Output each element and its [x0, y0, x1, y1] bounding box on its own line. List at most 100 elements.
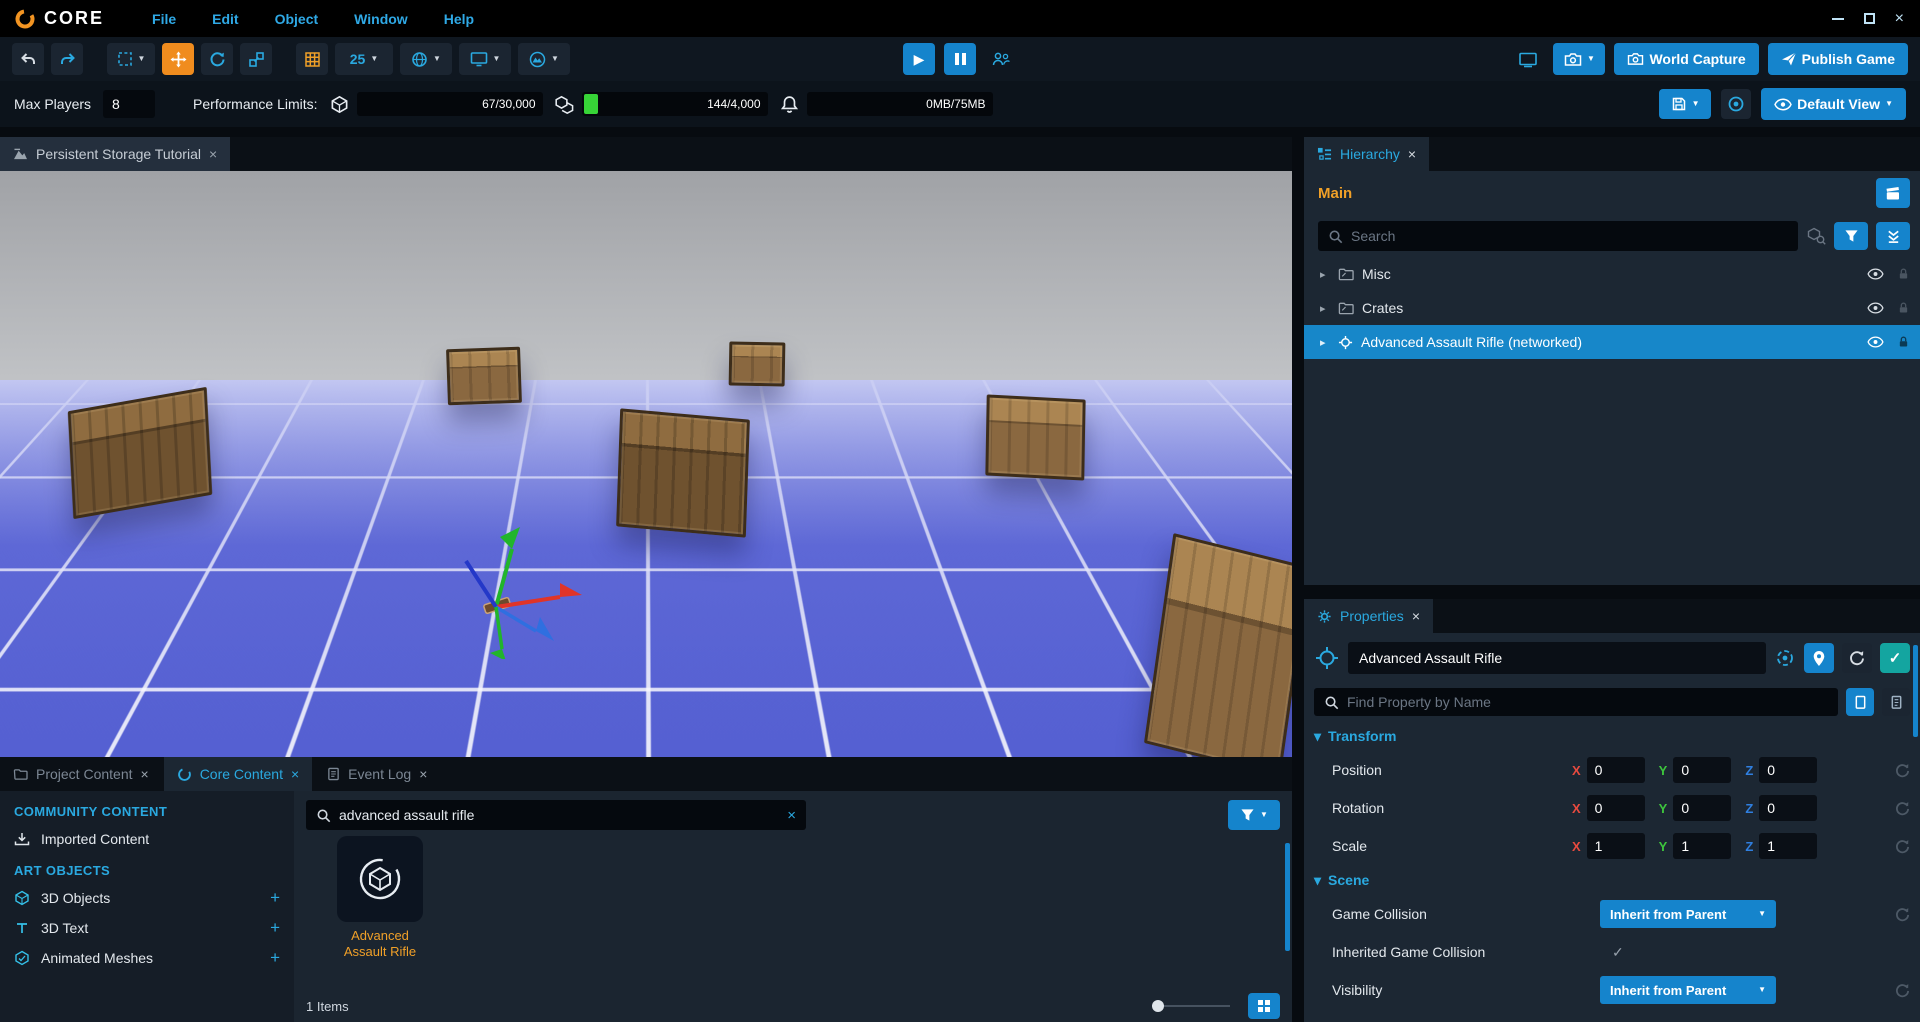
search-assets-icon[interactable]	[1806, 227, 1826, 245]
add-icon[interactable]: +	[270, 918, 280, 938]
collapse-all-button[interactable]	[1876, 222, 1910, 250]
content-scrollbar[interactable]	[1285, 843, 1290, 951]
window-minimize-button[interactable]	[1832, 18, 1844, 20]
tab-core-content[interactable]: Core Content ×	[164, 757, 312, 791]
close-icon[interactable]: ×	[141, 766, 149, 782]
tab-viewport[interactable]: Persistent Storage Tutorial ×	[0, 137, 230, 171]
crate[interactable]	[446, 347, 522, 406]
position-y-input[interactable]	[1673, 757, 1731, 783]
reset-object-button[interactable]	[1842, 643, 1872, 673]
menu-help[interactable]: Help	[430, 0, 488, 37]
scene-section-header[interactable]: ▾ Scene	[1304, 865, 1920, 895]
max-players-input[interactable]	[103, 90, 155, 118]
apply-button[interactable]: ✓	[1880, 643, 1910, 673]
content-filter-dropdown[interactable]: ▼	[1228, 800, 1280, 830]
expand-icon[interactable]: ▸	[1320, 336, 1330, 349]
rotate-tool-button[interactable]	[201, 43, 233, 75]
menu-file[interactable]: File	[138, 0, 190, 37]
transform-gizmo[interactable]	[432, 509, 592, 659]
menu-object[interactable]: Object	[261, 0, 333, 37]
undo-button[interactable]	[12, 43, 44, 75]
scale-x-input[interactable]	[1587, 833, 1645, 859]
move-tool-button[interactable]	[162, 43, 194, 75]
add-icon[interactable]: +	[270, 948, 280, 968]
scale-y-input[interactable]	[1673, 833, 1731, 859]
default-view-dropdown[interactable]: Default View ▼	[1761, 88, 1906, 120]
sidebar-item-animated-meshes[interactable]: Animated Meshes +	[0, 943, 294, 973]
hierarchy-filter-button[interactable]	[1834, 222, 1868, 250]
capture-camera-dropdown[interactable]: ▼	[1553, 43, 1605, 75]
world-settings-dropdown[interactable]: ▼	[400, 43, 452, 75]
property-search-input[interactable]	[1347, 694, 1828, 710]
reset-visibility-icon[interactable]	[1895, 983, 1910, 998]
visibility-dropdown[interactable]: Inherit from Parent ▼	[1600, 976, 1776, 1004]
game-collision-dropdown[interactable]: Inherit from Parent ▼	[1600, 900, 1776, 928]
rotation-x-input[interactable]	[1587, 795, 1645, 821]
menu-edit[interactable]: Edit	[198, 0, 252, 37]
reset-game-collision-icon[interactable]	[1895, 907, 1910, 922]
rotation-y-input[interactable]	[1673, 795, 1731, 821]
object-name-input[interactable]	[1348, 642, 1766, 674]
close-icon[interactable]: ×	[1412, 608, 1420, 624]
redo-button[interactable]	[51, 43, 83, 75]
crate[interactable]	[729, 342, 786, 387]
hierarchy-item-crates[interactable]: ▸ Crates	[1304, 291, 1920, 325]
expand-icon[interactable]: ▸	[1320, 268, 1330, 281]
pause-button[interactable]	[944, 43, 976, 75]
content-search[interactable]: ×	[306, 800, 806, 830]
tab-hierarchy[interactable]: Hierarchy ×	[1304, 137, 1429, 171]
tab-event-log[interactable]: Event Log ×	[314, 757, 440, 791]
scale-tool-button[interactable]	[240, 43, 272, 75]
multiplayer-preview-button[interactable]	[985, 43, 1017, 75]
copy-properties-button[interactable]	[1846, 688, 1874, 716]
tab-project-content[interactable]: Project Content ×	[0, 757, 162, 791]
property-search[interactable]	[1314, 688, 1838, 716]
present-screen-button[interactable]	[1512, 43, 1544, 75]
paste-properties-button[interactable]	[1882, 688, 1910, 716]
visibility-eye-icon[interactable]	[1867, 336, 1884, 348]
lock-icon[interactable]	[1897, 267, 1910, 281]
clear-search-icon[interactable]: ×	[787, 807, 796, 824]
reset-rotation-icon[interactable]	[1895, 801, 1910, 816]
transform-section-header[interactable]: ▾ Transform	[1304, 721, 1920, 751]
terrain-dropdown[interactable]: ▼	[518, 43, 570, 75]
lock-icon[interactable]	[1897, 301, 1910, 315]
close-icon[interactable]: ×	[291, 766, 299, 782]
hierarchy-item-misc[interactable]: ▸ Misc	[1304, 257, 1920, 291]
save-dropdown[interactable]: ▼	[1659, 89, 1711, 119]
add-icon[interactable]: +	[270, 888, 280, 908]
crate[interactable]	[985, 394, 1085, 480]
close-icon[interactable]: ×	[209, 146, 217, 162]
grid-view-button[interactable]	[1248, 993, 1280, 1019]
visibility-eye-icon[interactable]	[1867, 268, 1884, 280]
menu-window[interactable]: Window	[340, 0, 422, 37]
asset-advanced-assault-rifle[interactable]: Advanced Assault Rifle	[328, 836, 432, 960]
play-button[interactable]: ▶	[903, 43, 935, 75]
expand-icon[interactable]: ▸	[1320, 302, 1330, 315]
publish-game-button[interactable]: Publish Game	[1768, 43, 1908, 75]
thumbnail-size-slider[interactable]	[1152, 1000, 1230, 1012]
content-search-input[interactable]	[339, 807, 779, 823]
visibility-eye-icon[interactable]	[1867, 302, 1884, 314]
close-icon[interactable]: ×	[1408, 146, 1416, 162]
grid-snap-toggle[interactable]	[296, 43, 328, 75]
hierarchy-search[interactable]	[1318, 221, 1798, 251]
world-capture-button[interactable]: World Capture	[1614, 43, 1758, 75]
hierarchy-item-advanced-assault-rifle[interactable]: ▸ Advanced Assault Rifle (networked)	[1304, 325, 1920, 359]
screen-mode-dropdown[interactable]: ▼	[459, 43, 511, 75]
sidebar-item-imported-content[interactable]: Imported Content	[0, 824, 294, 854]
viewport-scene[interactable]	[0, 171, 1292, 757]
reset-scale-icon[interactable]	[1895, 839, 1910, 854]
reset-position-icon[interactable]	[1895, 763, 1910, 778]
lock-icon[interactable]	[1897, 335, 1910, 349]
scale-z-input[interactable]	[1759, 833, 1817, 859]
sidebar-item-3d-text[interactable]: 3D Text +	[0, 913, 294, 943]
position-x-input[interactable]	[1587, 757, 1645, 783]
window-maximize-button[interactable]	[1864, 13, 1875, 24]
focus-target-button[interactable]	[1721, 89, 1751, 119]
close-icon[interactable]: ×	[419, 766, 427, 782]
properties-scrollbar[interactable]	[1913, 645, 1918, 737]
snap-step-dropdown[interactable]: 25 ▼	[335, 43, 393, 75]
sidebar-item-3d-objects[interactable]: 3D Objects +	[0, 883, 294, 913]
hierarchy-search-input[interactable]	[1351, 228, 1788, 244]
